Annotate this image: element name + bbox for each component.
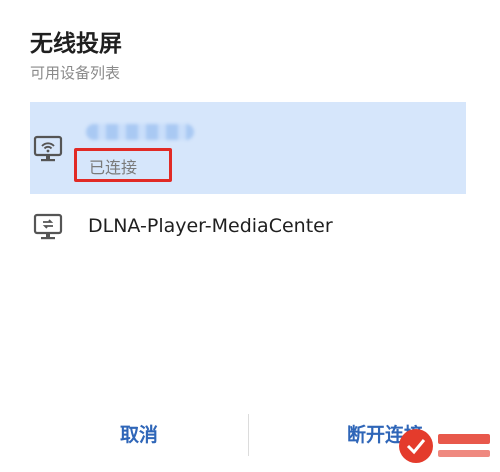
button-divider xyxy=(248,414,249,456)
dialog-subtitle: 可用设备列表 xyxy=(30,64,121,82)
cast-wifi-monitor-icon xyxy=(33,135,63,162)
device-name-blurred xyxy=(86,124,194,140)
cancel-button[interactable]: 取消 xyxy=(44,406,234,464)
watermark-logo-icon xyxy=(399,429,490,463)
dialog-title: 无线投屏 xyxy=(30,31,122,57)
device-name: DLNA-Player-MediaCenter xyxy=(88,215,333,237)
highlight-box xyxy=(74,148,172,182)
device-item-connected[interactable]: 已连接 xyxy=(30,102,466,194)
device-item-dlna[interactable]: DLNA-Player-MediaCenter xyxy=(30,200,466,254)
dlna-monitor-icon xyxy=(33,213,63,240)
